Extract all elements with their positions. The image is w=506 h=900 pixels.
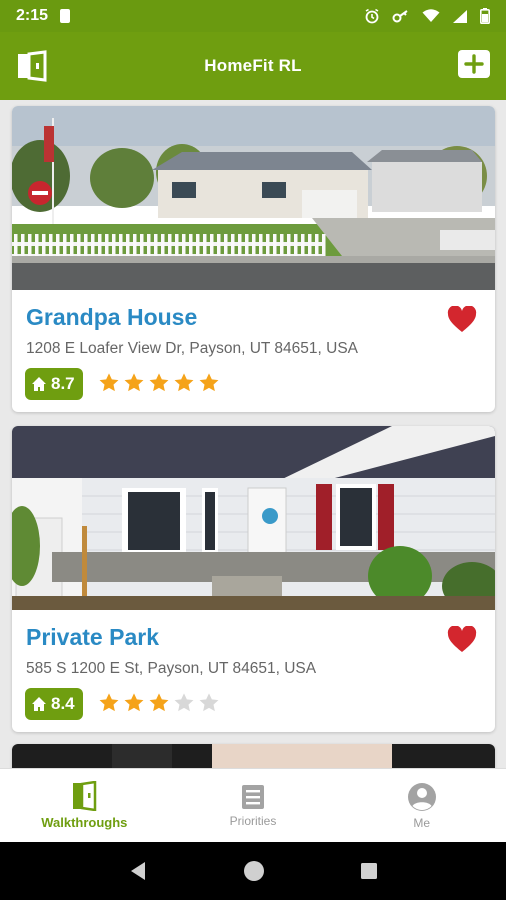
star-filled-icon — [149, 373, 169, 392]
tab-priorities[interactable]: Priorities — [169, 769, 338, 842]
fit-score-badge: 8.7 — [25, 368, 83, 400]
star-filled-icon — [199, 373, 219, 392]
app-title: HomeFit RL — [204, 56, 302, 75]
house-icon — [32, 697, 46, 711]
status-time: 2:15 — [16, 7, 49, 24]
listing-list[interactable]: Grandpa House 1208 E Loafer View Dr, Pay… — [0, 100, 506, 768]
star-filled-icon — [174, 373, 194, 392]
listing-photo — [12, 426, 495, 610]
favorite-heart-icon[interactable] — [447, 626, 477, 653]
recents-icon[interactable] — [359, 861, 379, 881]
star-filled-icon — [149, 693, 169, 712]
tab-walkthroughs-label: Walkthroughs — [41, 815, 128, 830]
listing-card[interactable] — [12, 744, 495, 768]
tab-walkthroughs[interactable]: Walkthroughs — [0, 769, 169, 842]
listing-name: Private Park — [26, 624, 159, 650]
add-listing-button[interactable] — [458, 50, 490, 78]
status-bar: 2:15 — [0, 0, 506, 32]
alarm-icon — [365, 8, 379, 24]
back-icon[interactable] — [127, 860, 149, 882]
star-empty-icon — [199, 693, 219, 712]
app-bar: HomeFit RL — [0, 32, 506, 100]
fit-score: 8.7 — [51, 374, 75, 393]
star-filled-icon — [99, 373, 119, 392]
listing-address: 1208 E Loafer View Dr, Payson, UT 84651,… — [26, 340, 359, 357]
door-icon — [73, 781, 97, 811]
tab-me[interactable]: Me — [337, 769, 506, 842]
listing-photo — [12, 106, 495, 290]
walkthrough-door-button[interactable] — [16, 50, 48, 82]
key-icon — [392, 10, 408, 23]
battery-icon — [480, 8, 490, 24]
listing-name: Grandpa House — [26, 304, 198, 330]
tab-me-label: Me — [413, 815, 431, 830]
bottom-navigation: Walkthroughs Priorities Me — [0, 768, 506, 842]
listing-photo — [12, 744, 495, 768]
plus-icon — [464, 54, 484, 74]
star-empty-icon — [174, 693, 194, 712]
star-rating — [98, 372, 220, 394]
list-icon — [242, 784, 264, 809]
signal-icon — [453, 9, 467, 23]
wifi-icon — [422, 9, 440, 22]
star-filled-icon — [99, 693, 119, 712]
system-navigation-bar — [0, 842, 506, 900]
account-circle-icon — [407, 782, 436, 811]
fit-score-badge: 8.4 — [25, 688, 83, 720]
door-icon — [18, 50, 47, 82]
fit-score: 8.4 — [51, 694, 75, 713]
favorite-heart-icon[interactable] — [447, 306, 477, 333]
sim-card-icon — [60, 9, 71, 23]
star-filled-icon — [124, 373, 144, 392]
listing-card[interactable]: Grandpa House 1208 E Loafer View Dr, Pay… — [12, 106, 495, 412]
star-filled-icon — [124, 693, 144, 712]
app-screen: 2:15 HomeFit RL Grandpa House 1208 E Loa… — [0, 0, 506, 900]
listing-card[interactable]: Private Park 585 S 1200 E St, Payson, UT… — [12, 426, 495, 732]
tab-priorities-label: Priorities — [229, 813, 277, 828]
listing-address: 585 S 1200 E St, Payson, UT 84651, USA — [26, 660, 317, 677]
home-icon[interactable] — [242, 859, 266, 883]
house-icon — [32, 377, 46, 391]
star-rating — [98, 692, 220, 714]
